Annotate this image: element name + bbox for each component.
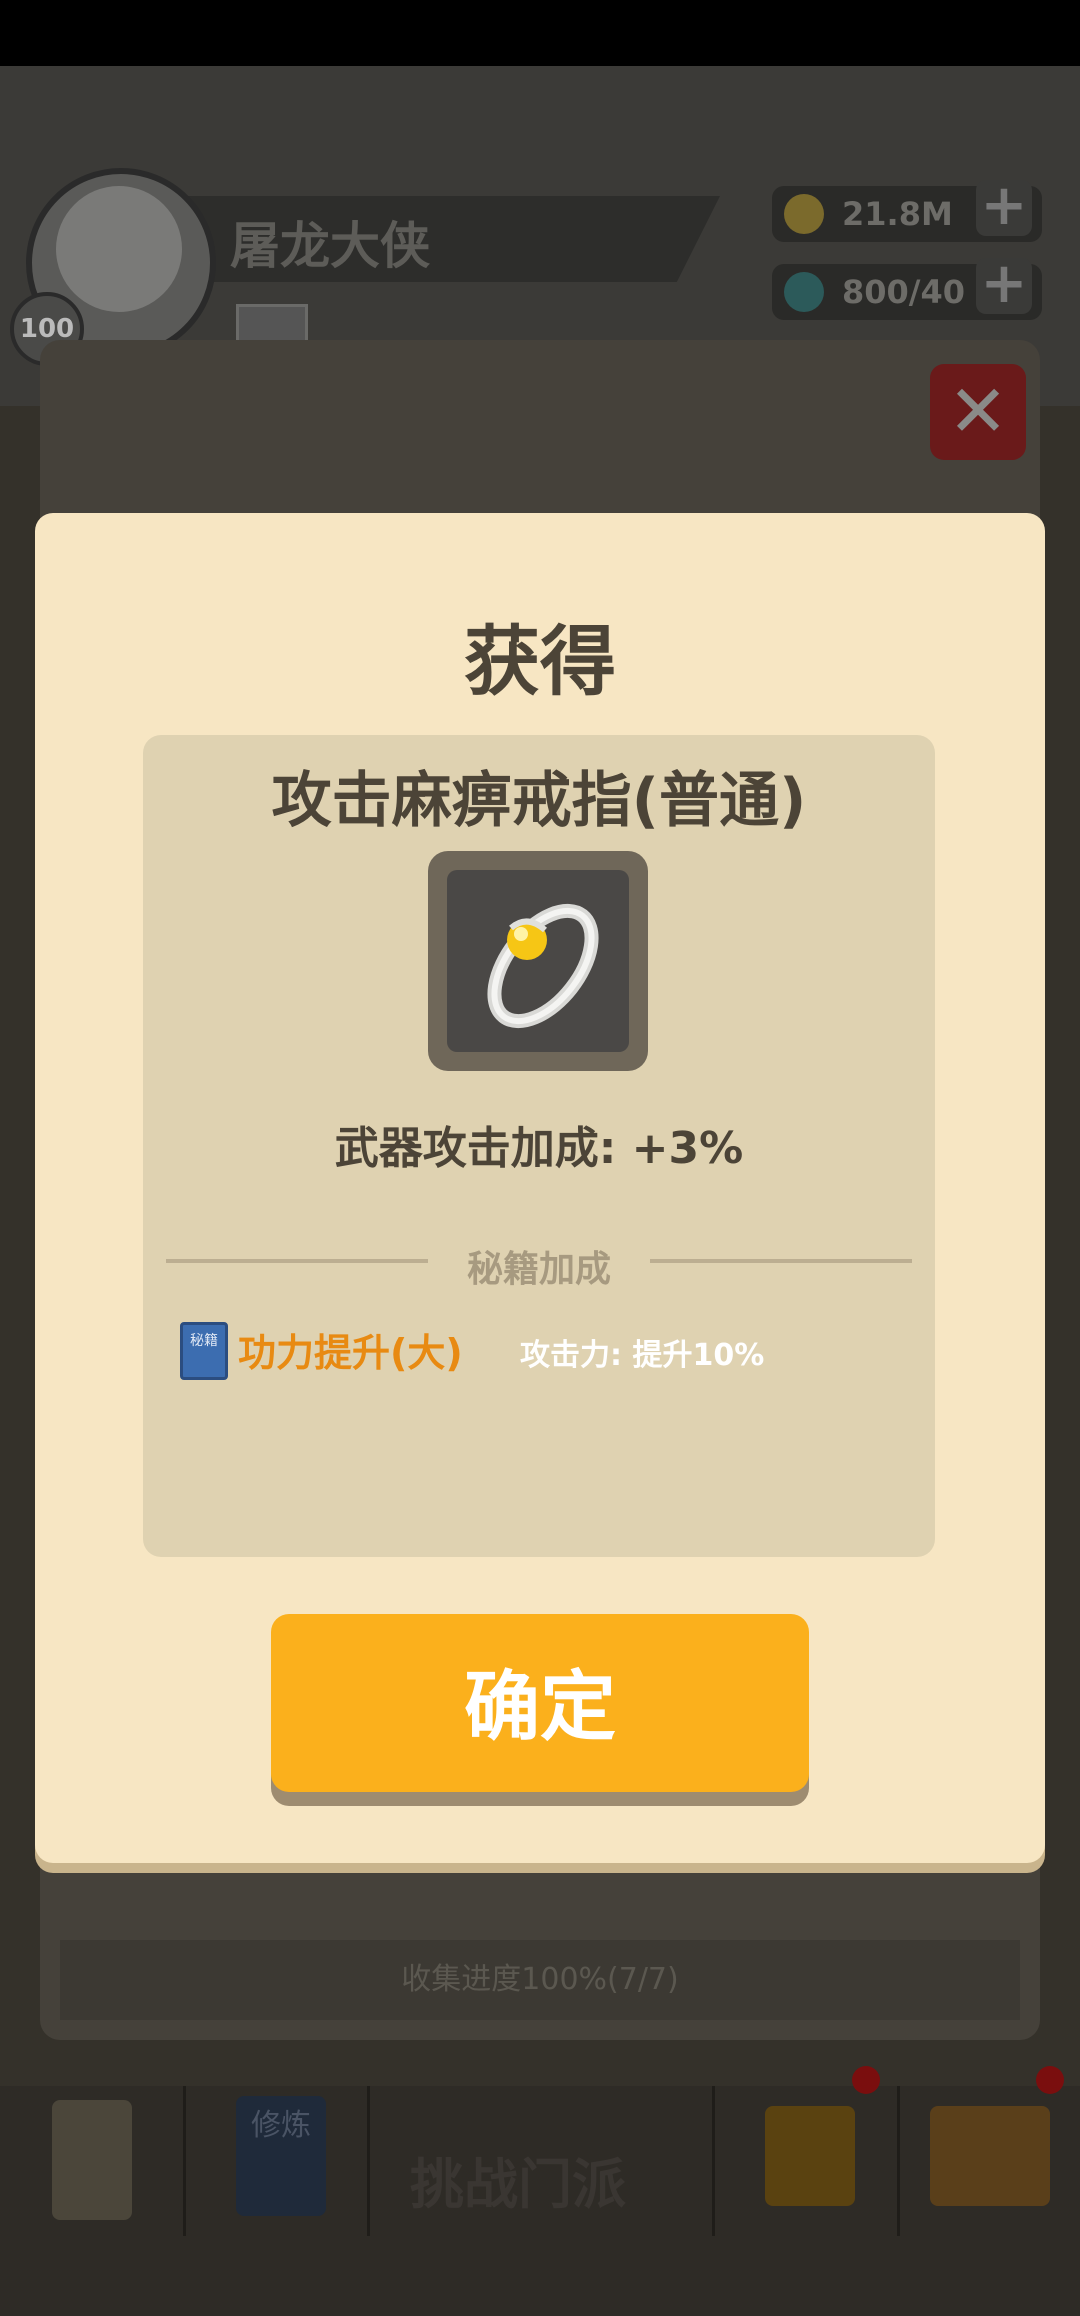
confirm-button[interactable]: 确定: [271, 1614, 809, 1792]
coin-icon: [784, 194, 824, 234]
scroll-icon: [52, 2100, 132, 2220]
tab-collect[interactable]: [900, 2086, 1080, 2236]
close-icon[interactable]: ✕: [930, 364, 1026, 460]
status-bar: [0, 0, 1080, 66]
item-stat: 武器攻击加成: +3%: [334, 1123, 744, 1174]
coin-value: 21.8M: [842, 195, 953, 233]
dialog-title: 获得: [464, 617, 616, 706]
hall-icon: [765, 2106, 855, 2206]
secret-bonus-title: 秘籍加成: [466, 1249, 611, 1290]
avatar-face-icon: [56, 186, 182, 312]
tab-challenge-label: 挑战门派: [410, 2153, 626, 2216]
tab-hall[interactable]: [715, 2086, 900, 2236]
ring-icon: [487, 903, 599, 1029]
player-name: 屠龙大侠: [230, 217, 430, 275]
divider-left: [166, 1259, 428, 1263]
bonus-name: 功力提升(大): [238, 1331, 463, 1375]
book-icon: 修炼: [236, 2096, 326, 2216]
shop-icon: [930, 2106, 1050, 2206]
collection-progress: 收集进度100%(7/7): [60, 1940, 1020, 2020]
divider-right: [650, 1259, 912, 1263]
secret-manual-icon: 秘籍: [180, 1322, 228, 1380]
confirm-button-label: 确定: [464, 1662, 616, 1751]
item-name: 攻击麻痹戒指(普通): [271, 766, 807, 836]
notification-dot: [1036, 2066, 1064, 2094]
tab-challenge[interactable]: 挑战门派: [370, 2086, 715, 2236]
bonus-effect: 攻击力: 提升10%: [520, 1338, 765, 1373]
bottom-nav: 修炼 挑战门派: [0, 2086, 1080, 2236]
add-gems-button[interactable]: +: [976, 256, 1032, 314]
add-coins-button[interactable]: +: [976, 178, 1032, 236]
notification-dot: [852, 2066, 880, 2094]
gem-value: 800/40: [842, 273, 966, 311]
tab-task[interactable]: [0, 2086, 186, 2236]
tab-train[interactable]: 修炼: [186, 2086, 370, 2236]
gem-icon: [784, 272, 824, 312]
